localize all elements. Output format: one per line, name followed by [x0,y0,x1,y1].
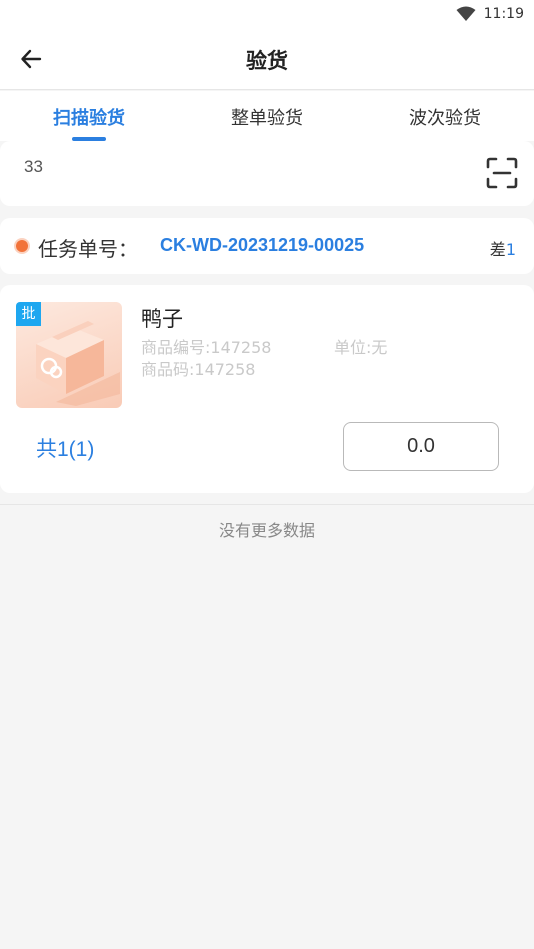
status-dot [16,240,28,252]
tab-bar: 扫描验货 整单验货 波次验货 [0,91,534,141]
page-title: 验货 [246,49,288,73]
quantity-input[interactable] [343,422,499,471]
task-number[interactable]: CK-WD-20231219-00025 [160,235,364,256]
batch-badge: 批 [16,302,41,326]
task-diff: 差1 [490,236,516,260]
diff-label: 差 [489,240,506,259]
status-time: 11:19 [483,6,524,22]
diff-value: 1 [505,240,516,259]
item-name: 鸭子 [141,307,183,331]
no-more-data: 没有更多数据 [218,521,315,540]
tab-order-inspection[interactable]: 整单验货 [178,91,356,141]
status-bar: 11:19 [0,0,534,28]
item-code: 商品编号:147258 [141,338,272,357]
wifi-icon [456,6,476,21]
item-unit: 单位:无 [334,338,388,357]
tab-wave-inspection[interactable]: 波次验货 [356,91,534,141]
divider [0,504,534,505]
scan-input[interactable] [24,153,444,181]
scan-frame-icon[interactable] [486,157,518,189]
task-card: 任务单号： CK-WD-20231219-00025 差1 [0,218,534,274]
app-bar: 验货 [0,28,534,90]
tab-scan-inspection[interactable]: 扫描验货 [0,91,178,141]
scan-card [0,141,534,206]
item-card: 批 鸭子 商品编号:147258 单位:无 商品码:147258 共1(1) [0,285,534,493]
item-total: 共1(1) [36,438,95,461]
task-label: 任务单号： [38,237,138,261]
item-barcode: 商品码:147258 [141,360,256,379]
